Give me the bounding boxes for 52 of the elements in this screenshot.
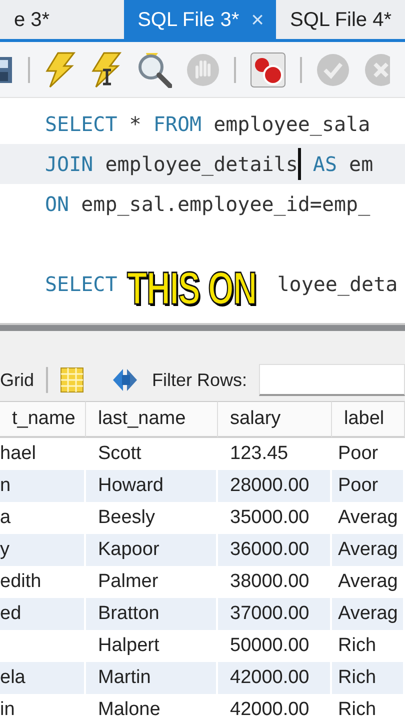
column-header[interactable]: t_name — [0, 401, 86, 438]
table-cell: 28000.00 — [218, 470, 332, 502]
caption-text: THIS ON — [127, 261, 256, 316]
code-text: emp_sal.employee_id=emp_ — [80, 191, 370, 218]
sql-keyword: FROM — [153, 111, 202, 138]
filter-field[interactable] — [259, 364, 405, 396]
table-cell: Bratton — [86, 598, 218, 630]
table-cell: Kapoor — [86, 534, 218, 566]
table-cell: Rich — [332, 662, 405, 694]
table-cell: Averag — [332, 598, 405, 630]
table-cell: ed — [0, 598, 86, 630]
column-header[interactable]: label — [332, 401, 405, 438]
sql-keyword: JOIN — [45, 151, 94, 178]
columns-icon[interactable] — [60, 367, 84, 393]
table-cell: 42000.00 — [218, 662, 332, 694]
table-cell: y — [0, 534, 86, 566]
check-icon[interactable] — [316, 52, 350, 86]
sql-keyword: SELECT — [45, 271, 118, 298]
pane-splitter[interactable] — [0, 323, 405, 331]
table-cell: Howard — [86, 470, 218, 502]
sql-keyword: ON — [45, 191, 70, 218]
table-cell: Rich — [332, 694, 405, 720]
code-text: em — [348, 151, 374, 178]
table-cell: 36000.00 — [218, 534, 332, 566]
sql-keyword: AS — [312, 151, 337, 178]
column-header[interactable]: last_name — [86, 401, 218, 438]
code-text: loyee_deta — [277, 271, 398, 298]
text-caret — [298, 148, 301, 180]
save-icon[interactable] — [0, 56, 14, 84]
table-cell: in — [0, 694, 86, 720]
table-cell: ela — [0, 662, 86, 694]
table-cell: 42000.00 — [218, 694, 332, 720]
table-cell: Martin — [86, 662, 218, 694]
table-cell: Averag — [332, 534, 405, 566]
sql-keyword: SELECT — [45, 111, 118, 138]
table-cell: 37000.00 — [218, 598, 332, 630]
editor-tab[interactable]: SQL File 4* — [276, 0, 405, 39]
table-cell: Malone — [86, 694, 218, 720]
lightning-icon[interactable] — [44, 52, 76, 88]
editor-tab[interactable]: SQL File 3* × — [124, 0, 276, 39]
table-cell: Poor — [332, 470, 405, 502]
filter-label: Filter Rows: — [152, 368, 248, 392]
table-cell: n — [0, 470, 86, 502]
editor-tab[interactable]: e 3* — [0, 0, 64, 39]
stop-script-icon[interactable] — [250, 52, 286, 88]
column-header[interactable]: salary — [218, 401, 332, 438]
code-text: employee_sala — [212, 111, 370, 138]
magnifier-icon[interactable] — [136, 52, 172, 88]
lightning-cursor-icon[interactable] — [90, 52, 122, 88]
grid-view-button[interactable]: Grid — [0, 366, 34, 394]
code-text: employee_details — [104, 151, 298, 178]
code-text: * — [128, 111, 142, 138]
